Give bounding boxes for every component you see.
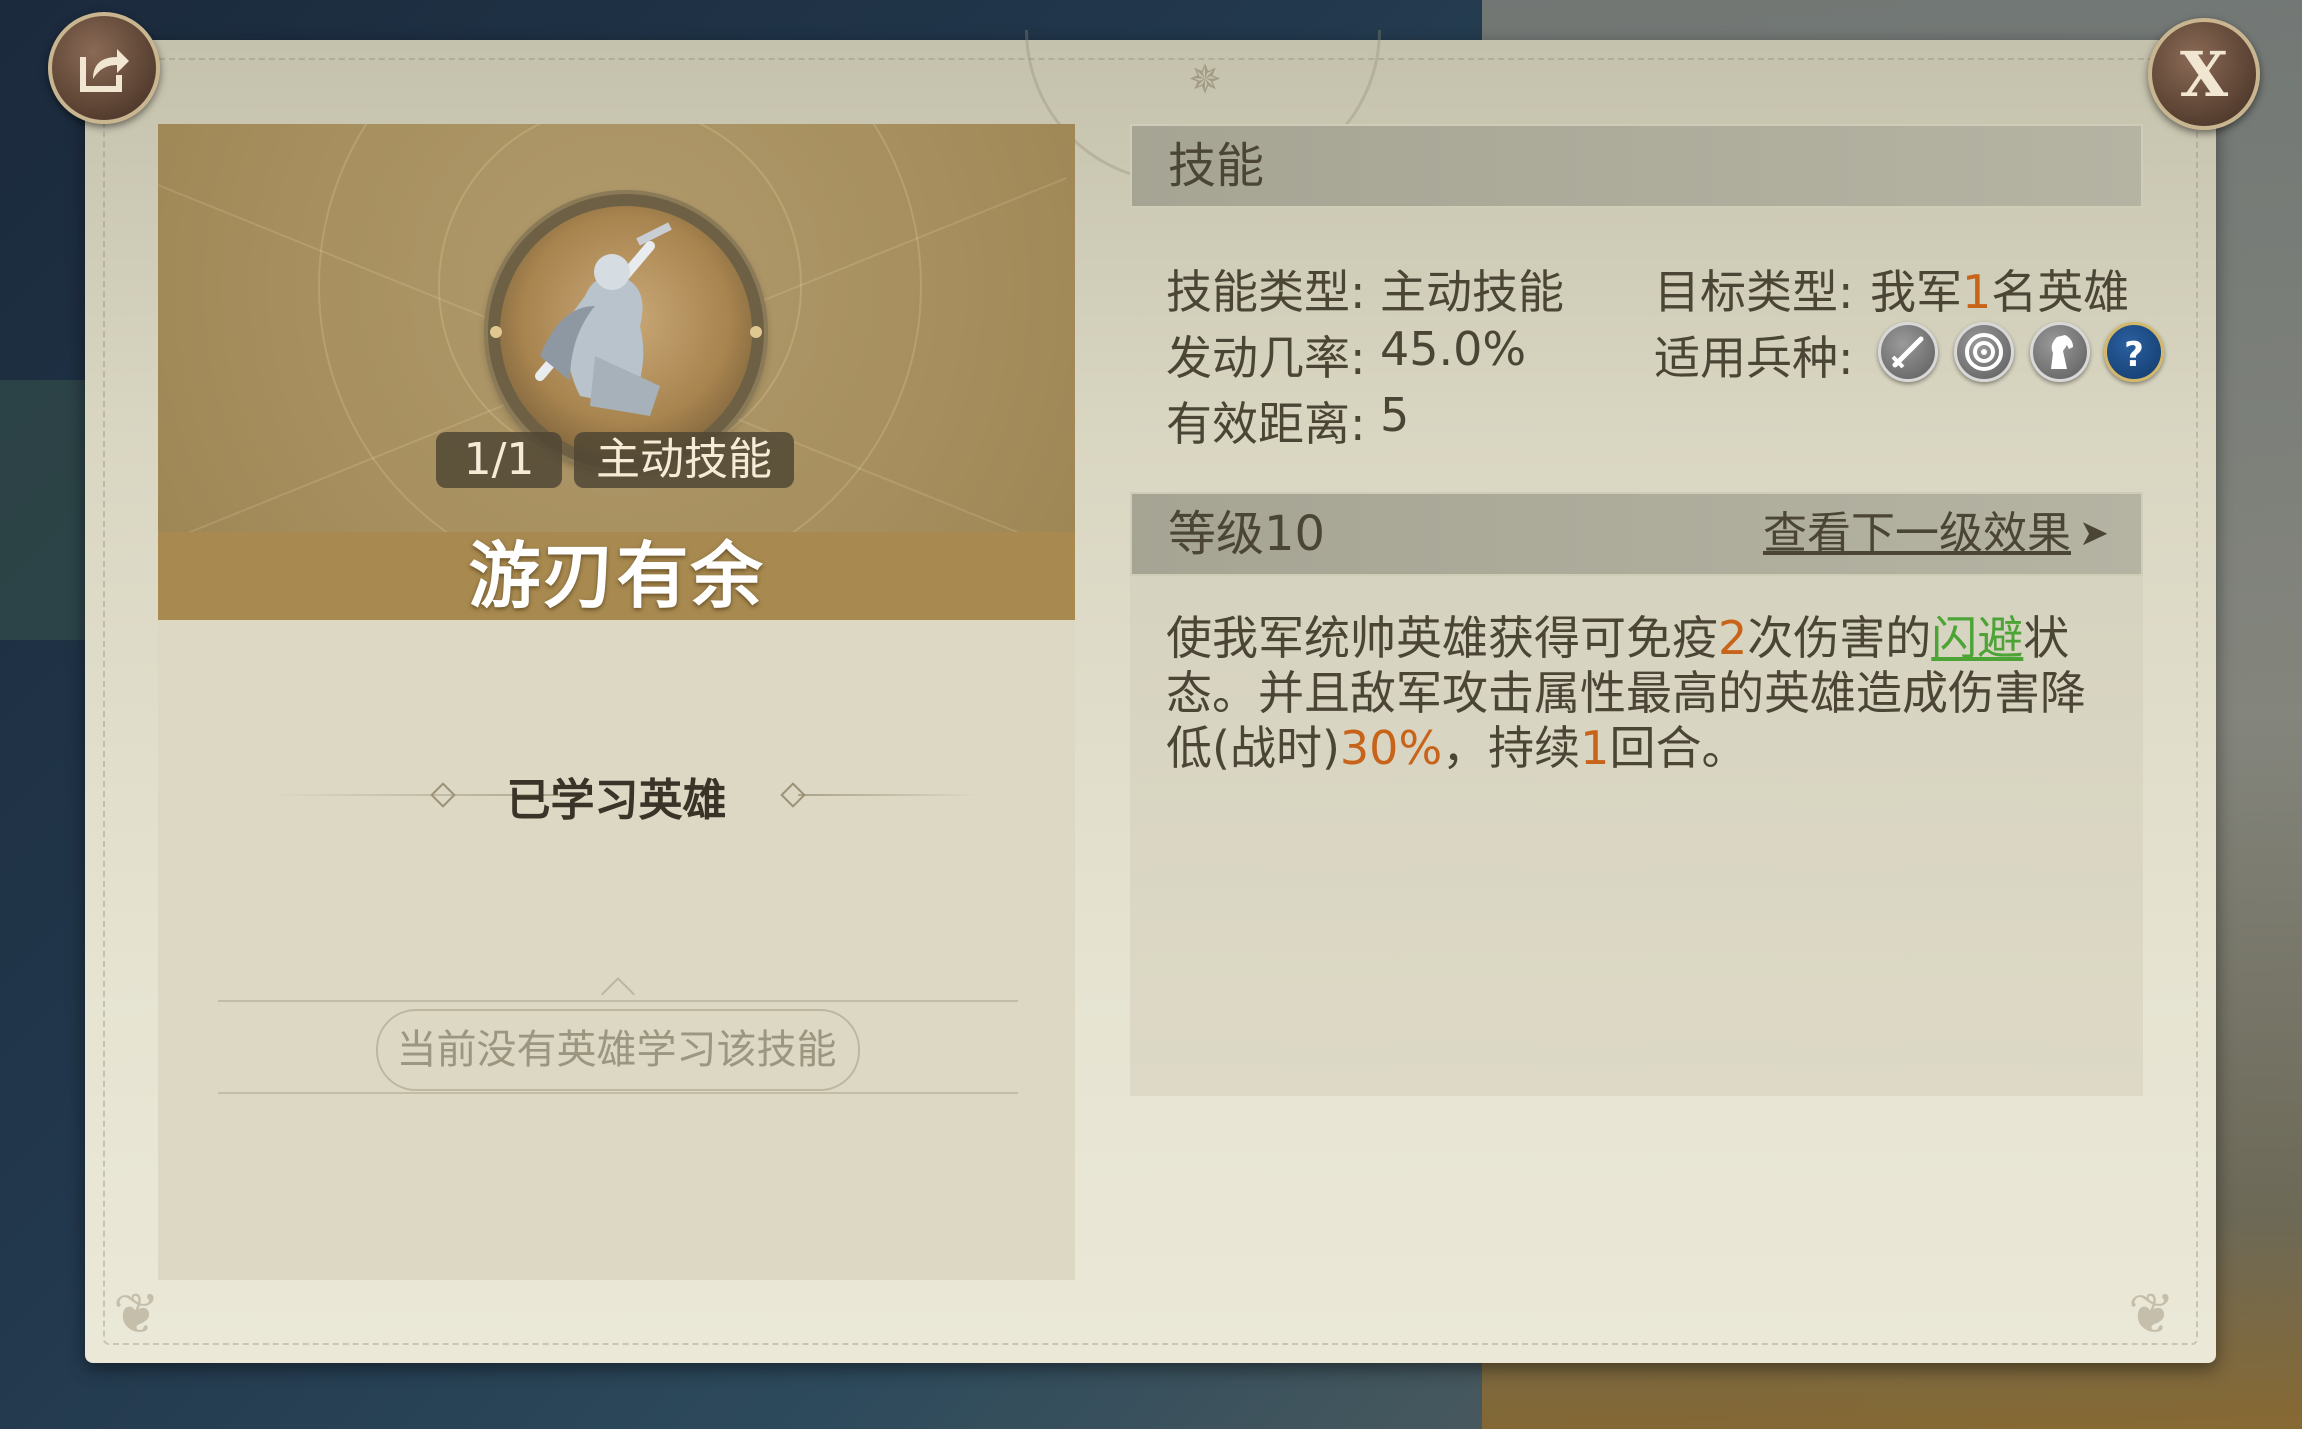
desc-text: 回合。 [1609,721,1748,775]
desc-text: ，持续 [1442,721,1581,775]
horse-icon[interactable] [2030,322,2090,382]
desc-number: 1 [1580,721,1610,775]
range-label: 有效距离: [1166,397,1366,451]
skill-count-badge: 1/1 [436,432,562,488]
skill-description: 使我军统帅英雄获得可免疫2次伤害的闪避状态。并且敌军攻击属性最高的英雄造成伤害降… [1166,611,2096,776]
status-link[interactable]: 闪避 [1931,611,2023,665]
target-type-value: 我军1名英雄 [1870,256,2129,322]
section-title: 技能 [1168,138,1265,194]
background-left [0,380,90,640]
knight-icon [535,222,672,416]
share-icon [80,49,129,92]
icon-dot [490,326,502,338]
share-button[interactable] [48,12,160,124]
sword-icon[interactable] [1878,322,1938,382]
notch-icon [601,977,635,1011]
desc-number: 30% [1339,721,1443,775]
horse-glyph [2051,335,2073,369]
desc-text: 使我军统帅英雄获得可免疫 [1166,611,1718,665]
question-glyph: ? [2124,335,2144,375]
target-type-label: 目标类型: [1654,265,1854,319]
close-icon: X [2179,37,2229,111]
trigger-rate-label: 发动几率: [1166,331,1366,385]
target-icon[interactable] [1954,322,2014,382]
skill-name: 游刃有余 [468,534,765,618]
close-button[interactable]: X [2148,18,2260,130]
arrow-right-icon[interactable]: ➤ [2079,494,2109,574]
desc-text: 次伤害的 [1747,611,1932,665]
banner-line [218,1092,1018,1094]
description-area: 使我军统帅英雄获得可免疫2次伤害的闪避状态。并且敌军攻击属性最高的英雄造成伤害降… [1130,576,2143,1096]
target-count: 1 [1962,265,1992,319]
skill-type-badge: 主动技能 [574,432,794,488]
divider-line [798,794,978,796]
target-prefix: 我军 [1870,265,1962,319]
skill-section-header: 技能 [1130,124,2143,208]
desc-number: 2 [1718,611,1748,665]
question-icon[interactable]: ? [2104,322,2164,382]
skill-type-label: 技能类型: [1166,265,1366,319]
no-hero-text: 当前没有英雄学习该技能 [396,1027,837,1073]
level-title: 等级10 [1168,506,1326,562]
corner-ornament-icon: ❦ [113,1282,160,1347]
level-section-header: 等级10 查看下一级效果 ➤ [1130,492,2143,576]
compass-icon: ✵ [1188,57,1222,103]
icon-dot [750,326,762,338]
target-suffix: 名英雄 [1991,265,2130,319]
skill-art-area: 1/1 主动技能 [158,124,1075,532]
skill-icon [488,194,764,470]
trigger-rate-value: 45.0% [1380,322,1527,376]
troop-type-label: 适用兵种: [1654,331,1854,385]
skill-card: 1/1 主动技能 游刃有余 已学习英雄 当前没有英雄学习该技能 [158,124,1075,1280]
skill-type-value: 主动技能 [1380,265,1564,319]
corner-ornament-icon: ❦ [2128,1282,2175,1347]
range-value: 5 [1380,388,1410,442]
learned-heroes-title: 已学习英雄 [506,775,727,826]
target-glyph [1965,333,2003,371]
sword-glyph [1891,336,1924,369]
next-level-link[interactable]: 查看下一级效果 [1763,494,2071,574]
